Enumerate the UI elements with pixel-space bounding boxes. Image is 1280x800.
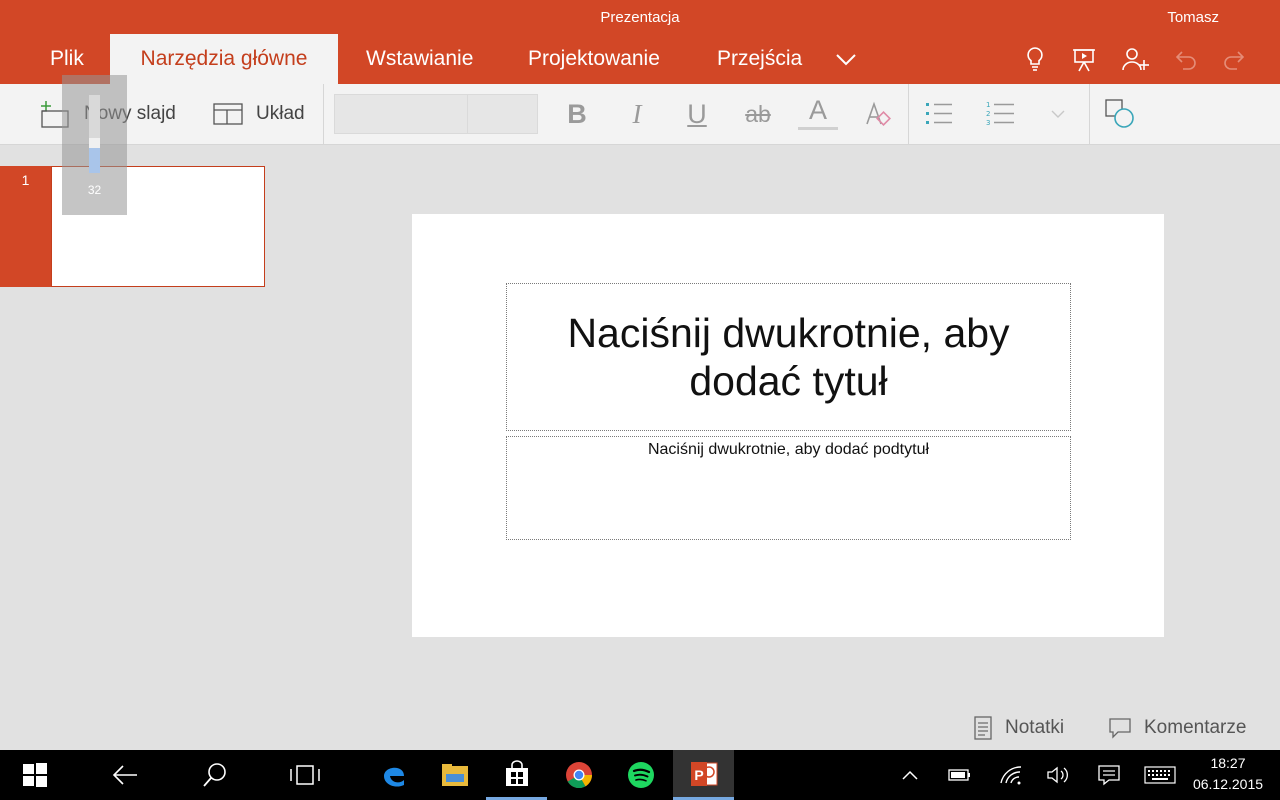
lightbulb-icon[interactable] bbox=[1020, 44, 1050, 74]
zoom-slider-track[interactable] bbox=[89, 95, 100, 173]
svg-text:2: 2 bbox=[986, 110, 990, 118]
battery-icon[interactable] bbox=[947, 750, 973, 800]
taskbar: P 18:27 06.12.2015 bbox=[0, 750, 1280, 800]
underline-button[interactable]: U bbox=[677, 94, 717, 134]
title-placeholder[interactable]: Naciśnij dwukrotnie, aby dodać tytuł bbox=[506, 283, 1071, 431]
strikethrough-button[interactable]: ab bbox=[738, 94, 778, 134]
zoom-slider-fill bbox=[89, 148, 100, 173]
font-size-box[interactable] bbox=[467, 94, 538, 134]
slide-canvas[interactable]: Naciśnij dwukrotnie, aby dodać tytuł Nac… bbox=[412, 214, 1164, 637]
present-icon[interactable] bbox=[1069, 44, 1099, 74]
file-explorer-icon[interactable] bbox=[424, 750, 485, 800]
touch-keyboard-icon[interactable] bbox=[1143, 750, 1177, 800]
clock-time: 18:27 bbox=[1210, 755, 1246, 771]
font-name-box[interactable] bbox=[334, 94, 468, 134]
document-title: Prezentacja bbox=[600, 9, 680, 26]
tab-transitions[interactable]: Przejścia bbox=[717, 34, 802, 84]
comment-icon bbox=[1109, 718, 1131, 739]
layout-icon bbox=[213, 103, 243, 125]
subtitle-placeholder[interactable]: Naciśnij dwukrotnie, aby dodać podtytuł bbox=[506, 436, 1071, 540]
volume-icon[interactable] bbox=[1045, 750, 1073, 800]
slide-number: 1 bbox=[21, 172, 30, 188]
back-arrow-icon[interactable] bbox=[108, 750, 142, 800]
clock-date: 06.12.2015 bbox=[1192, 776, 1264, 792]
notes-label: Notatki bbox=[1005, 717, 1065, 738]
bold-button[interactable]: B bbox=[557, 94, 597, 134]
bullet-list-icon bbox=[926, 103, 952, 124]
clear-formatting-icon bbox=[866, 101, 891, 126]
layout-button[interactable]: Układ bbox=[212, 84, 305, 144]
ribbon: Nowy slajd Układ B I U ab A 1 2 3 bbox=[0, 84, 1280, 145]
more-tabs-chevron-icon[interactable] bbox=[834, 34, 858, 84]
windows-start-icon[interactable] bbox=[20, 750, 50, 800]
comments-label: Komentarze bbox=[1144, 717, 1247, 738]
action-center-icon[interactable] bbox=[1096, 750, 1122, 800]
title-bar: Prezentacja Tomasz Plik Narzędzia główne… bbox=[0, 0, 1280, 84]
chrome-icon[interactable] bbox=[548, 750, 609, 800]
task-view-icon[interactable] bbox=[287, 750, 323, 800]
shapes-icon bbox=[1105, 99, 1134, 128]
numbered-list-icon: 1 2 3 bbox=[986, 101, 1014, 127]
spotify-icon[interactable] bbox=[610, 750, 671, 800]
zoom-value: 32 bbox=[87, 183, 102, 197]
notes-icon bbox=[974, 716, 992, 740]
search-icon[interactable] bbox=[200, 750, 230, 800]
ribbon-divider bbox=[908, 84, 909, 144]
taskbar-clock[interactable]: 18:27 06.12.2015 bbox=[1190, 753, 1266, 795]
thumbnail-selection-strip[interactable]: 1 bbox=[0, 166, 51, 287]
clear-formatting-button[interactable] bbox=[858, 94, 898, 134]
tab-insert[interactable]: Wstawianie bbox=[366, 34, 473, 84]
list-options-chevron-icon[interactable] bbox=[1038, 94, 1078, 134]
zoom-slider-thumb[interactable] bbox=[89, 138, 100, 148]
tab-home[interactable]: Narzędzia główne bbox=[110, 34, 338, 84]
notes-button[interactable]: Notatki bbox=[973, 712, 1064, 744]
ribbon-divider bbox=[1089, 84, 1090, 144]
tab-design[interactable]: Projektowanie bbox=[528, 34, 660, 84]
powerpoint-icon[interactable]: P bbox=[673, 750, 734, 800]
ribbon-divider bbox=[323, 84, 324, 144]
wifi-icon[interactable] bbox=[998, 750, 1024, 800]
svg-text:3: 3 bbox=[986, 119, 990, 127]
show-hidden-icons-chevron-icon[interactable] bbox=[898, 750, 922, 800]
layout-label: Układ bbox=[256, 103, 305, 124]
numbering-button[interactable]: 1 2 3 bbox=[980, 94, 1020, 134]
share-person-icon[interactable] bbox=[1120, 44, 1150, 74]
user-name[interactable]: Tomasz bbox=[1167, 9, 1219, 26]
undo-icon[interactable] bbox=[1170, 44, 1200, 74]
comments-button[interactable]: Komentarze bbox=[1108, 712, 1246, 744]
shapes-button[interactable] bbox=[1100, 94, 1140, 134]
edge-icon[interactable] bbox=[363, 750, 424, 800]
store-icon[interactable] bbox=[486, 750, 547, 800]
redo-icon[interactable] bbox=[1220, 44, 1250, 74]
zoom-indicator: 32 bbox=[62, 75, 127, 215]
svg-text:1: 1 bbox=[986, 101, 990, 109]
svg-text:P: P bbox=[694, 767, 703, 783]
font-color-button[interactable]: A bbox=[798, 94, 838, 130]
italic-button[interactable]: I bbox=[617, 94, 657, 134]
bullets-button[interactable] bbox=[918, 94, 958, 134]
